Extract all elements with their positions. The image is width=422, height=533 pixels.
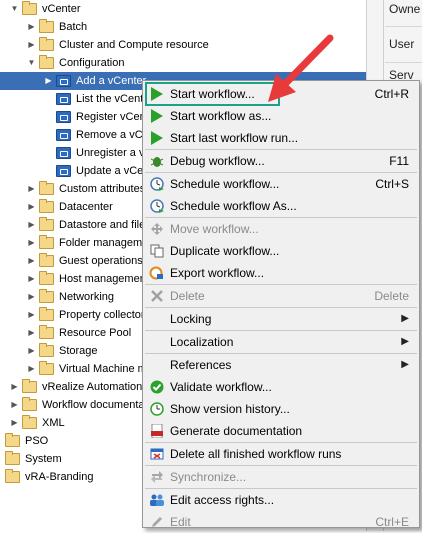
arrow-shaft	[281, 34, 334, 88]
annotation-arrow	[268, 34, 334, 102]
